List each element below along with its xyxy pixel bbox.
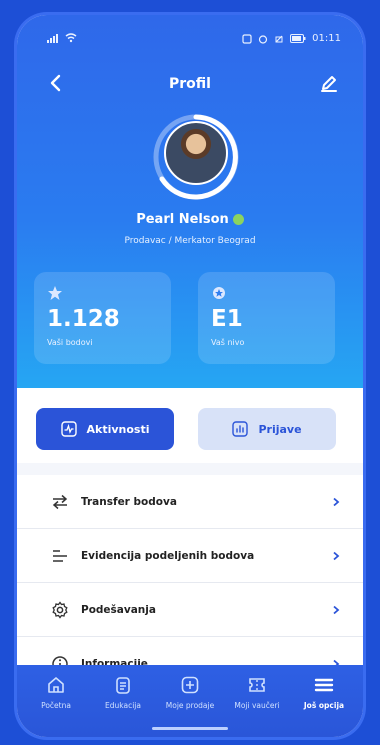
points-card: 1.128 Vaši bodovi bbox=[34, 272, 171, 364]
nav-edukacija[interactable]: Edukacija bbox=[92, 675, 154, 710]
transfer-icon bbox=[52, 494, 68, 509]
badge-icon bbox=[213, 287, 225, 299]
gear-icon bbox=[52, 600, 68, 619]
menu-item-label: Evidencija podeljenih bodova bbox=[81, 549, 255, 562]
star-icon bbox=[48, 286, 62, 300]
avatar-progress-ring bbox=[150, 111, 242, 203]
profile-name: Pearl Nelson bbox=[17, 212, 363, 227]
nav-moji-vauceri[interactable]: Moji vaučeri bbox=[226, 675, 288, 710]
menu-list: Transfer bodova Evidencija podeljenih bo… bbox=[17, 475, 363, 691]
tab-aktivnosti[interactable]: Aktivnosti bbox=[36, 408, 174, 450]
menu-item-podesavanja[interactable]: Podešavanja bbox=[17, 583, 363, 637]
book-icon bbox=[116, 677, 130, 694]
menu-item-evidencija[interactable]: Evidencija podeljenih bodova bbox=[17, 529, 363, 583]
mute-icon bbox=[275, 35, 283, 42]
menu-item-label: Podešavanja bbox=[81, 603, 156, 616]
nav-jos-opcija-label: Još opcija bbox=[303, 701, 345, 710]
edit-pencil-icon[interactable] bbox=[319, 73, 339, 93]
alarm-icon bbox=[259, 34, 268, 44]
menu-item-transfer-bodova[interactable]: Transfer bodova bbox=[17, 475, 363, 529]
level-card: E1 Vaš nivo bbox=[198, 272, 335, 364]
activity-icon bbox=[60, 421, 77, 437]
battery-icon bbox=[290, 34, 306, 43]
profile-subtitle: Prodavac / Merkator Beograd bbox=[124, 236, 256, 246]
chart-icon bbox=[232, 421, 249, 437]
home-icon bbox=[48, 677, 64, 693]
list-icon bbox=[53, 549, 67, 562]
points-value: 1.128 bbox=[47, 306, 120, 332]
signal-icon bbox=[47, 34, 58, 43]
avatar bbox=[164, 121, 228, 185]
profile-hero: 01:11 Profil Pearl Nelson Prodavac / Mer… bbox=[17, 15, 363, 388]
menu-item-label: Transfer bodova bbox=[81, 495, 177, 508]
nav-jos-opcija[interactable]: Još opcija bbox=[293, 675, 355, 710]
points-label: Vaši bodovi bbox=[47, 338, 93, 347]
voucher-icon bbox=[249, 678, 265, 692]
nav-moje-prodaje[interactable]: Moje prodaje bbox=[159, 675, 221, 710]
nav-pocetna-label: Početna bbox=[41, 701, 71, 710]
home-indicator bbox=[152, 727, 228, 730]
tab-aktivnosti-label: Aktivnosti bbox=[86, 422, 150, 436]
chevron-right-icon bbox=[333, 551, 340, 560]
bottom-nav: Početna Edukacija Moje prodaje Moji vauč… bbox=[17, 665, 363, 737]
nav-moji-vauceri-label: Moji vaučeri bbox=[234, 701, 280, 710]
status-right: 01:11 bbox=[242, 33, 341, 44]
chevron-right-icon bbox=[333, 605, 340, 614]
chevron-right-icon bbox=[333, 497, 340, 506]
tabs-section: Aktivnosti Prijave bbox=[17, 388, 363, 463]
nfc-icon bbox=[242, 33, 252, 44]
menu-icon bbox=[314, 678, 334, 692]
top-bar: Profil bbox=[17, 73, 363, 103]
profile-name-text: Pearl Nelson bbox=[136, 212, 229, 227]
tab-prijave[interactable]: Prijave bbox=[198, 408, 336, 450]
tab-prijave-label: Prijave bbox=[258, 422, 302, 436]
level-value: E1 bbox=[211, 306, 243, 332]
phone-screen: 01:11 Profil Pearl Nelson Prodavac / Mer… bbox=[17, 15, 363, 737]
nav-edukacija-label: Edukacija bbox=[105, 701, 141, 710]
status-left bbox=[47, 33, 77, 43]
page-title: Profil bbox=[169, 76, 211, 92]
nav-pocetna[interactable]: Početna bbox=[25, 675, 87, 710]
verified-badge-icon bbox=[232, 214, 244, 225]
add-icon bbox=[181, 676, 199, 694]
nav-moje-prodaje-label: Moje prodaje bbox=[165, 701, 215, 710]
wifi-icon bbox=[65, 33, 77, 43]
level-label: Vaš nivo bbox=[211, 338, 245, 347]
status-bar: 01:11 bbox=[17, 33, 363, 49]
status-time: 01:11 bbox=[312, 33, 341, 44]
